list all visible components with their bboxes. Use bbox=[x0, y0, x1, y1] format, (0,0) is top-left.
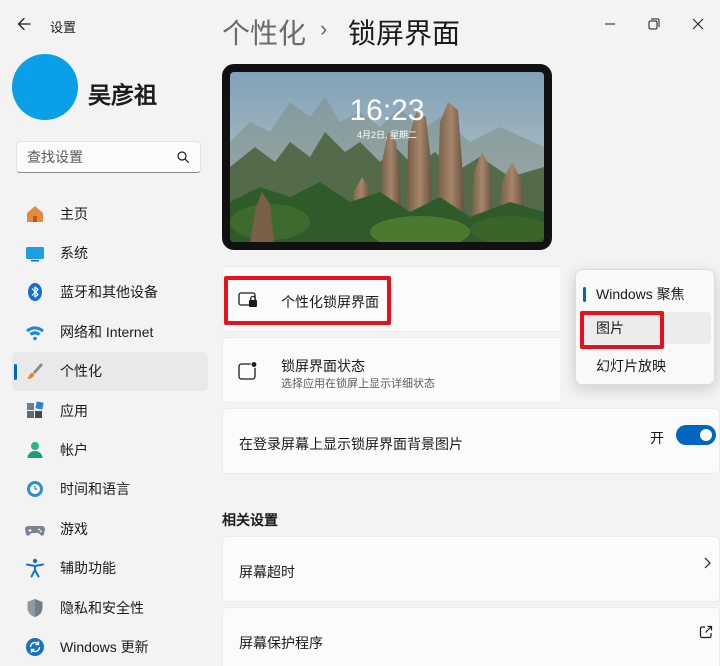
external-link-icon bbox=[699, 625, 713, 639]
sidebar-item-personalization[interactable]: 个性化 bbox=[12, 351, 208, 391]
minimize-icon[interactable] bbox=[600, 14, 620, 34]
sidebar-item-label: 网络和 Internet bbox=[60, 323, 154, 340]
time-language-icon bbox=[27, 481, 43, 498]
bluetooth-icon bbox=[28, 283, 42, 302]
account-icon bbox=[27, 442, 43, 459]
system-icon bbox=[26, 247, 44, 262]
lock-screen-status-subtitle: 选择应用在锁屏上显示详细状态 bbox=[281, 378, 435, 390]
avatar[interactable] bbox=[12, 54, 78, 120]
gamepad-icon bbox=[25, 525, 45, 536]
sidebar-item-label: 应用 bbox=[60, 402, 88, 419]
sidebar-item-home[interactable]: 主页 bbox=[12, 194, 208, 233]
login-background-row: 在登录屏幕上显示锁屏界面背景图片 bbox=[222, 408, 720, 474]
user-name: 吴彦祖 bbox=[88, 82, 157, 108]
lock-screen-status-title: 锁屏界面状态 bbox=[281, 358, 365, 374]
sidebar-item-label: 主页 bbox=[60, 205, 88, 222]
app-title: 设置 bbox=[50, 20, 77, 35]
sidebar-item-label: 系统 bbox=[60, 245, 88, 262]
screen-timeout-title: 屏幕超时 bbox=[239, 564, 295, 580]
toggle-state-label: 开 bbox=[650, 430, 664, 446]
related-settings-heading: 相关设置 bbox=[222, 512, 278, 528]
maximize-icon[interactable] bbox=[644, 14, 664, 34]
preview-time: 16:23 bbox=[349, 94, 425, 127]
sidebar-item-label: 辅助功能 bbox=[60, 560, 116, 577]
screen-timeout-row[interactable]: 屏幕超时 bbox=[222, 536, 720, 602]
sidebar-item-apps[interactable]: 应用 bbox=[12, 391, 208, 430]
accessibility-icon bbox=[26, 559, 44, 578]
close-icon[interactable] bbox=[688, 14, 708, 34]
chevron-right-icon bbox=[704, 557, 711, 569]
sidebar-item-label: 游戏 bbox=[60, 520, 88, 537]
shield-icon bbox=[27, 598, 43, 617]
screen-saver-row[interactable]: 屏幕保护程序 bbox=[222, 607, 720, 666]
search-box[interactable] bbox=[16, 141, 201, 173]
search-input[interactable] bbox=[17, 142, 177, 172]
lock-screen-status-row[interactable]: 锁屏界面状态 选择应用在锁屏上显示详细状态 bbox=[222, 337, 560, 403]
sidebar-item-label: 蓝牙和其他设备 bbox=[60, 284, 158, 301]
sidebar-item-label: 个性化 bbox=[60, 363, 102, 380]
status-icon bbox=[238, 361, 258, 380]
highlight-box bbox=[580, 311, 664, 349]
dropdown-option-windows-spotlight[interactable]: Windows 聚焦 bbox=[580, 278, 711, 310]
sidebar-item-privacy[interactable]: 隐私和安全性 bbox=[12, 588, 208, 627]
screen-saver-title: 屏幕保护程序 bbox=[239, 635, 323, 651]
sidebar-item-accessibility[interactable]: 辅助功能 bbox=[12, 549, 208, 588]
home-icon bbox=[27, 205, 43, 222]
sidebar-item-network[interactable]: 网络和 Internet bbox=[12, 312, 208, 351]
apps-icon bbox=[27, 400, 44, 418]
update-icon bbox=[26, 637, 44, 656]
preview-wallpaper: 16:23 4月2日, 星期二 bbox=[230, 72, 544, 242]
login-background-title: 在登录屏幕上显示锁屏界面背景图片 bbox=[239, 436, 463, 452]
sidebar-item-label: 隐私和安全性 bbox=[60, 599, 144, 616]
preview-date: 4月2日, 星期二 bbox=[356, 130, 417, 140]
page-title: 锁屏界面 bbox=[348, 18, 461, 49]
back-button[interactable] bbox=[14, 14, 34, 34]
search-icon[interactable] bbox=[176, 150, 190, 164]
highlight-box bbox=[224, 276, 391, 325]
sidebar-item-time-language[interactable]: 时间和语言 bbox=[12, 470, 208, 509]
sidebar-item-system[interactable]: 系统 bbox=[12, 233, 208, 272]
sidebar-item-bluetooth[interactable]: 蓝牙和其他设备 bbox=[12, 273, 208, 312]
sidebar-item-accounts[interactable]: 帐户 bbox=[12, 430, 208, 469]
sidebar-item-label: Windows 更新 bbox=[60, 638, 149, 655]
dropdown-option-slideshow[interactable]: 幻灯片放映 bbox=[580, 350, 711, 382]
lock-screen-preview: 16:23 4月2日, 星期二 bbox=[222, 64, 552, 250]
login-background-toggle[interactable] bbox=[676, 425, 716, 445]
breadcrumb-parent[interactable]: 个性化 bbox=[222, 12, 306, 52]
brush-icon bbox=[27, 363, 43, 380]
sidebar-item-label: 时间和语言 bbox=[60, 481, 130, 498]
breadcrumb-separator: › bbox=[320, 16, 328, 41]
sidebar-nav: 主页 系统 蓝牙和其他设备 网络和 Internet 个性化 应用 帐户 时间和… bbox=[12, 194, 208, 666]
sidebar-item-gaming[interactable]: 游戏 bbox=[12, 509, 208, 548]
sidebar-item-label: 帐户 bbox=[60, 442, 88, 459]
wifi-icon bbox=[26, 326, 44, 341]
sidebar-item-windows-update[interactable]: Windows 更新 bbox=[12, 627, 208, 666]
